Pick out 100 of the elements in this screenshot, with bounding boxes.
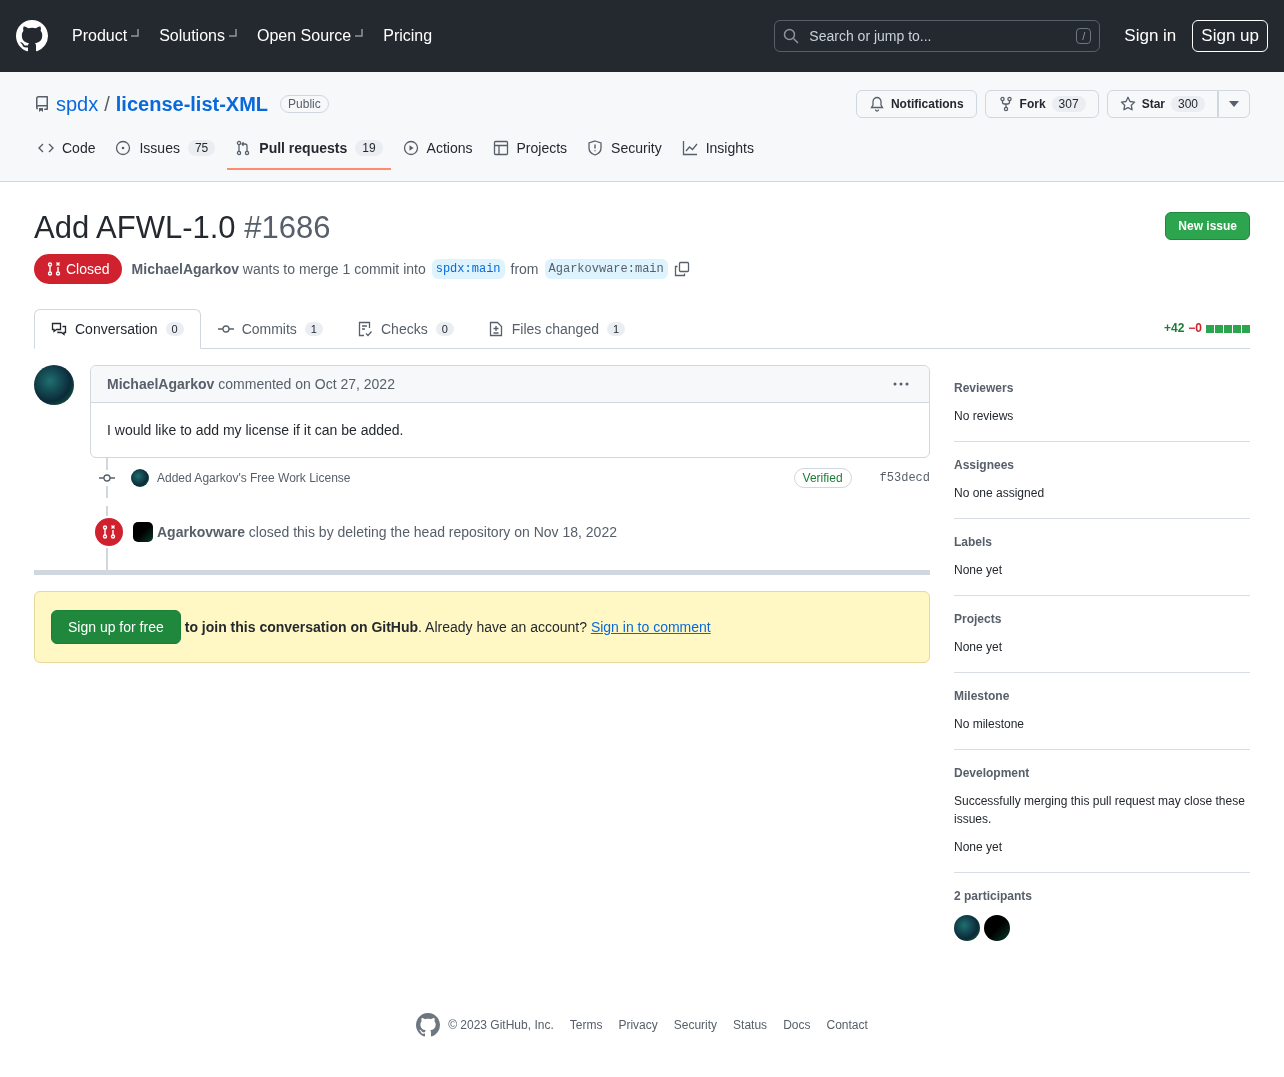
count-badge: 0	[435, 322, 454, 336]
pull-request-tab[interactable]: Checks 0	[340, 309, 471, 349]
sidebar-heading: Milestone	[954, 689, 1011, 703]
count-badge: 307	[1051, 96, 1086, 112]
repo-tab[interactable]: Issues 75	[107, 140, 224, 170]
count-badge: 1	[304, 322, 323, 336]
table-icon	[492, 140, 509, 156]
sidebar-text: No one assigned	[954, 485, 1046, 502]
search-bar[interactable]: Search or jump to... /	[774, 20, 1101, 52]
sidebar-text: None yet	[954, 639, 1004, 656]
comment-body: I would like to add my license if it can be added.	[106, 421, 405, 440]
repo-tab[interactable]: Code	[30, 140, 104, 170]
copyright-text: © 2023 GitHub, Inc.	[448, 1018, 554, 1032]
more-options-icon[interactable]	[893, 382, 909, 386]
repo-icon	[34, 96, 50, 112]
pull-request-tab[interactable]: Commits 1	[200, 309, 340, 349]
from-label: from	[510, 261, 539, 277]
nav-menu-item[interactable]: Solutions	[151, 19, 245, 53]
repo-tab[interactable]: Pull requests 19	[227, 140, 391, 170]
footer-link[interactable]: Contact	[826, 1018, 868, 1032]
participant-avatar[interactable]	[984, 915, 1010, 941]
sidebar-text: No milestone	[954, 716, 1026, 733]
diffstat-drawing	[1206, 325, 1250, 333]
comments-icon	[51, 321, 67, 337]
caret-icon	[1229, 101, 1239, 107]
fork-icon	[997, 96, 1014, 112]
branch-label[interactable]: spdx:main	[431, 259, 505, 279]
event-description: Agarkovware closed this by deleting the head repository on Nov 18, 2022	[157, 524, 617, 540]
count-badge: 1	[606, 322, 626, 336]
count-badge: 300	[1170, 96, 1205, 112]
sign-up-button[interactable]: Sign up	[1192, 20, 1268, 52]
status-badge: Closed	[34, 254, 122, 284]
sidebar-text: No reviews	[954, 408, 1015, 425]
count-badge: 0	[165, 322, 184, 336]
comment-header: MichaelAgarkov commented on Oct 27, 2022	[107, 376, 395, 392]
sign-in-link[interactable]: Sign in to comment	[590, 619, 711, 635]
corner-icon	[131, 29, 140, 37]
participant-avatar[interactable]	[954, 915, 980, 941]
pull-request-title: Add AFWL-1.0 #1686	[34, 209, 332, 247]
issue-icon	[115, 140, 132, 156]
avatar[interactable]	[133, 522, 153, 542]
count-badge: 19	[355, 140, 383, 156]
repo-owner-link[interactable]: spdx	[56, 92, 99, 116]
footer-link[interactable]: Privacy	[618, 1018, 658, 1032]
repo-action-button[interactable]: Notifications	[855, 90, 977, 118]
repo-tab[interactable]: Actions	[394, 140, 481, 170]
sidebar-text: None yet	[954, 839, 1004, 856]
deletions-count: −0	[1188, 321, 1202, 335]
footer-link[interactable]: Docs	[783, 1018, 811, 1032]
shield-icon	[587, 140, 604, 156]
sidebar-heading: Development	[954, 766, 1031, 780]
nav-menu-item[interactable]: Open Source	[248, 19, 372, 53]
sign-up-button[interactable]: Sign up for free	[51, 610, 181, 644]
merge-description: MichaelAgarkov wants to merge 1 commit into	[131, 261, 426, 277]
sidebar-heading: Labels	[954, 535, 993, 549]
signup-prompt: to join this conversation on GitHub. Already have an account? Sign in to comment	[184, 619, 711, 635]
count-badge: 75	[187, 140, 216, 156]
repo-name-link[interactable]: license-list-XML	[115, 92, 269, 116]
additions-count: +42	[1163, 321, 1185, 335]
nav-menu-item[interactable]: Product	[64, 19, 148, 53]
pull-request-icon	[235, 140, 252, 156]
avatar[interactable]	[34, 365, 74, 405]
shortcut-key: /	[1076, 28, 1092, 44]
footer-link[interactable]: Status	[733, 1018, 768, 1032]
sidebar-text: None yet	[954, 562, 1004, 579]
footer-link[interactable]: Terms	[569, 1018, 603, 1032]
path-separator: /	[104, 92, 110, 116]
star-menu-button[interactable]	[1218, 90, 1250, 118]
corner-icon	[228, 29, 237, 37]
github-logo-icon[interactable]	[16, 20, 48, 52]
sidebar-heading: 2 participants	[954, 889, 1034, 903]
sign-in-link[interactable]: Sign in	[1124, 26, 1177, 46]
graph-icon	[681, 140, 698, 156]
sidebar-heading: Reviewers	[954, 381, 1015, 395]
sidebar-heading: Assignees	[954, 458, 1016, 472]
pull-request-tab[interactable]: Files changed 1	[470, 309, 643, 349]
search-field[interactable]: Search or jump to...	[807, 27, 1069, 45]
branch-label[interactable]: Agarkovware:main	[544, 259, 668, 279]
copy-icon[interactable]	[673, 261, 690, 277]
file-diff-icon	[487, 321, 504, 337]
closed-pull-request-icon	[101, 524, 117, 540]
bell-icon	[868, 96, 885, 112]
checklist-icon	[357, 321, 373, 337]
commit-message-link[interactable]: Added Agarkov's Free Work License	[157, 471, 351, 485]
corner-icon	[355, 29, 364, 37]
pull-request-tab[interactable]: Conversation 0	[34, 309, 201, 349]
sidebar-text: Successfully merging this pull request may close these issues.	[954, 793, 1246, 828]
avatar[interactable]	[131, 469, 149, 487]
repo-tab[interactable]: Insights	[673, 140, 762, 170]
search-icon	[783, 28, 800, 44]
star-icon	[1119, 96, 1136, 112]
footer-link[interactable]: Security	[673, 1018, 718, 1032]
closed-pull-request-icon	[46, 261, 62, 277]
repo-tab[interactable]: Projects	[484, 140, 576, 170]
repo-tab[interactable]: Security	[579, 140, 670, 170]
play-icon	[402, 140, 419, 156]
nav-menu-item[interactable]: Pricing	[375, 19, 441, 53]
commit-sha-link[interactable]: f53decd	[879, 471, 930, 485]
repo-action-button[interactable]: Fork 307	[984, 90, 1099, 118]
repo-action-button[interactable]: Star 300	[1106, 90, 1218, 118]
